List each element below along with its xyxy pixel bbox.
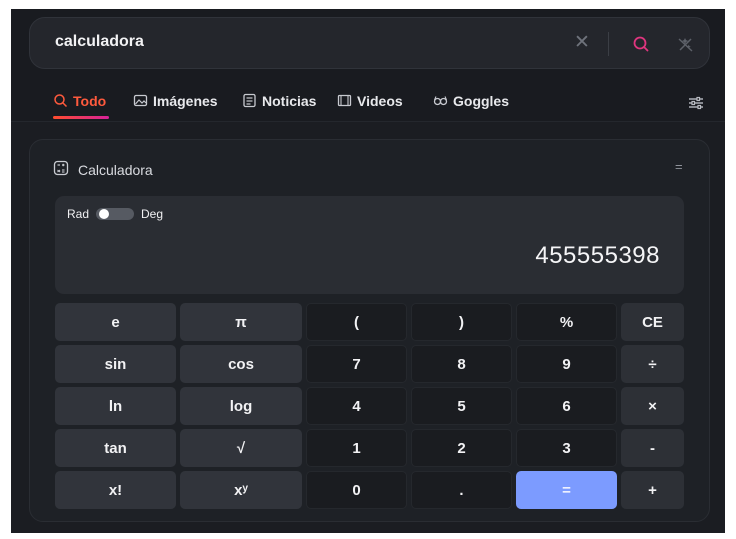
key-7[interactable]: 7 [306, 345, 407, 383]
key-e[interactable]: e [55, 303, 176, 341]
header: calculadora ✕ Todo Imágenes Noticias Vid… [11, 9, 725, 122]
calculator-icon [53, 160, 69, 179]
angle-mode-toggle[interactable]: Rad Deg [67, 207, 163, 221]
key-subtract[interactable]: - [621, 429, 684, 467]
image-icon [133, 93, 148, 108]
calculator-title: Calculadora [78, 161, 153, 178]
calculator-display: Rad Deg 455555398 [55, 196, 684, 294]
key-divide[interactable]: ÷ [621, 345, 684, 383]
tab-imagenes[interactable]: Imágenes [133, 93, 218, 121]
key-5[interactable]: 5 [411, 387, 512, 425]
search-input[interactable]: calculadora [55, 33, 144, 51]
calculator-widget: Calculadora = Rad Deg 455555398 e π()% CE s… [29, 139, 710, 522]
key-8[interactable]: 8 [411, 345, 512, 383]
rad-label: Rad [67, 207, 90, 221]
search-icon[interactable] [628, 31, 654, 57]
video-icon [337, 93, 352, 108]
key-clear-entry[interactable]: CE [621, 303, 684, 341]
key-0[interactable]: 0 [306, 471, 407, 509]
key-close-paren[interactable]: ) [411, 303, 512, 341]
key-sqrt[interactable]: √ [180, 429, 302, 467]
search-icon [53, 93, 68, 108]
search-app: calculadora ✕ Todo Imágenes Noticias Vid… [11, 9, 725, 533]
key-decimal[interactable]: . [411, 471, 512, 509]
tab-todo[interactable]: Todo [53, 93, 109, 121]
key-power[interactable]: xʸ [180, 471, 302, 509]
tab-noticias[interactable]: Noticias [242, 93, 316, 121]
key-2[interactable]: 2 [411, 429, 512, 467]
key-equals[interactable]: = [516, 471, 617, 509]
tab-label: Imágenes [153, 93, 218, 109]
divider [608, 32, 609, 56]
deg-label: Deg [141, 207, 164, 221]
key-ln[interactable]: ln [55, 387, 176, 425]
key-sin[interactable]: sin [55, 345, 176, 383]
tab-videos[interactable]: Videos [337, 93, 403, 121]
settings-sliders-icon[interactable] [687, 94, 705, 112]
key-cos[interactable]: cos [180, 345, 302, 383]
calculator-header: Calculadora [53, 160, 153, 179]
key-6[interactable]: 6 [516, 387, 617, 425]
key-3[interactable]: 3 [516, 429, 617, 467]
news-icon [242, 93, 257, 108]
key-pi[interactable]: π [180, 303, 302, 341]
toggle-switch[interactable] [96, 208, 135, 220]
calculator-keypad: e π()% CE sin cos 7 8 9 ÷ ln log 4 5 6 × tan √ 1 2 3- x! xʸ 0.… [55, 303, 684, 511]
key-4[interactable]: 4 [306, 387, 407, 425]
tab-label: Videos [357, 93, 403, 109]
tab-label: Goggles [453, 93, 510, 109]
collapse-button[interactable]: = [675, 159, 683, 174]
key-multiply[interactable]: × [621, 387, 684, 425]
key-open-paren[interactable]: ( [306, 303, 407, 341]
key-1[interactable]: 1 [306, 429, 407, 467]
key-percent[interactable]: % [516, 303, 617, 341]
display-value: 455555398 [535, 242, 660, 269]
key-factorial[interactable]: x! [55, 471, 176, 509]
key-9[interactable]: 9 [516, 345, 617, 383]
goggles-icon [433, 93, 448, 108]
close-icon[interactable]: ✕ [571, 32, 593, 54]
tab-label: Todo [73, 93, 107, 109]
key-add[interactable]: + [621, 471, 684, 509]
search-bar[interactable]: calculadora ✕ [29, 17, 710, 69]
tab-label: Noticias [262, 93, 317, 109]
tab-goggles[interactable]: Goggles [433, 93, 509, 121]
toggle-knob [99, 209, 110, 219]
key-tan[interactable]: tan [55, 429, 176, 467]
key-log[interactable]: log [180, 387, 302, 425]
ai-sparkle-icon[interactable] [673, 31, 699, 57]
active-tab-indicator [53, 116, 109, 119]
